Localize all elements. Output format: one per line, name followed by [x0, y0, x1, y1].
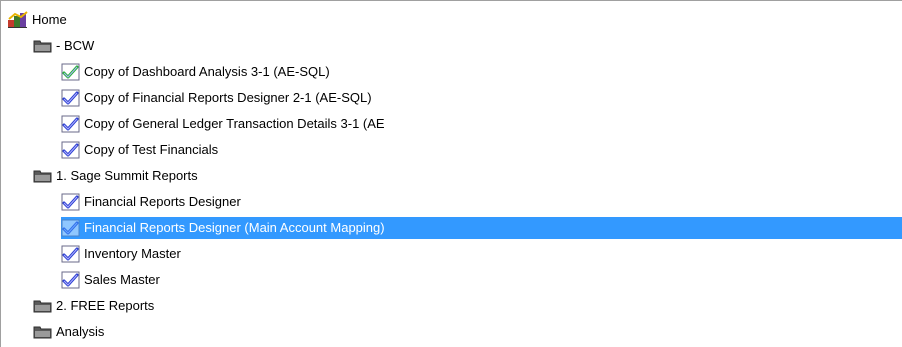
tree-item-label: Copy of Test Financials [84, 142, 219, 157]
tree-item-label: Financial Reports Designer (Main Account… [84, 220, 385, 235]
report-icon [61, 141, 81, 159]
tree-report-item[interactable]: Copy of Dashboard Analysis 3-1 (AE-SQL) [61, 61, 330, 83]
tree-report-item[interactable]: Inventory Master [61, 243, 181, 265]
tree-report-item[interactable]: Financial Reports Designer [61, 191, 241, 213]
report-icon [61, 245, 81, 263]
folder-icon [33, 38, 53, 54]
report-icon [61, 193, 81, 211]
tree-folder-item[interactable]: Analysis [33, 321, 104, 343]
tree-item-label: 1. Sage Summit Reports [56, 168, 198, 183]
tree-item-label: - BCW [56, 38, 95, 53]
tree-item-label: Copy of Dashboard Analysis 3-1 (AE-SQL) [84, 64, 330, 79]
tree-item-label: Copy of Financial Reports Designer 2-1 (… [84, 90, 372, 105]
tree-item-label: Financial Reports Designer [84, 194, 241, 209]
report-faded-icon [61, 219, 81, 237]
tree-root-label: Home [32, 12, 67, 27]
tree-report-item[interactable]: Copy of Financial Reports Designer 2-1 (… [61, 87, 372, 109]
tree-root-home[interactable]: Home [7, 9, 67, 31]
tree-report-item[interactable]: Sales Master [61, 269, 160, 291]
home-icon [7, 11, 29, 29]
tree-item-label: Analysis [56, 324, 105, 339]
report-icon [61, 115, 81, 133]
tree-report-item[interactable]: Financial Reports Designer (Main Account… [61, 217, 902, 239]
tree-item-label: Sales Master [84, 272, 160, 287]
folder-icon [33, 168, 53, 184]
tree-item-label: 2. FREE Reports [56, 298, 155, 313]
tree-folder-item[interactable]: 2. FREE Reports [33, 295, 154, 317]
tree-report-item[interactable]: Copy of Test Financials [61, 139, 218, 161]
report-icon [61, 271, 81, 289]
tree-folder-item[interactable]: - BCW [33, 35, 94, 57]
folder-icon [33, 324, 53, 340]
report-icon [61, 89, 81, 107]
tree-item-label: Copy of General Ledger Transaction Detai… [84, 116, 385, 131]
report-tree[interactable]: Home - BCW Copy of Dashboard Analysis 3-1… [0, 0, 902, 347]
tree-item-label: Inventory Master [84, 246, 181, 261]
tree-folder-item[interactable]: 1. Sage Summit Reports [33, 165, 198, 187]
report-green-check-icon [61, 63, 81, 81]
tree-report-item[interactable]: Copy of General Ledger Transaction Detai… [61, 113, 385, 135]
folder-icon [33, 298, 53, 314]
